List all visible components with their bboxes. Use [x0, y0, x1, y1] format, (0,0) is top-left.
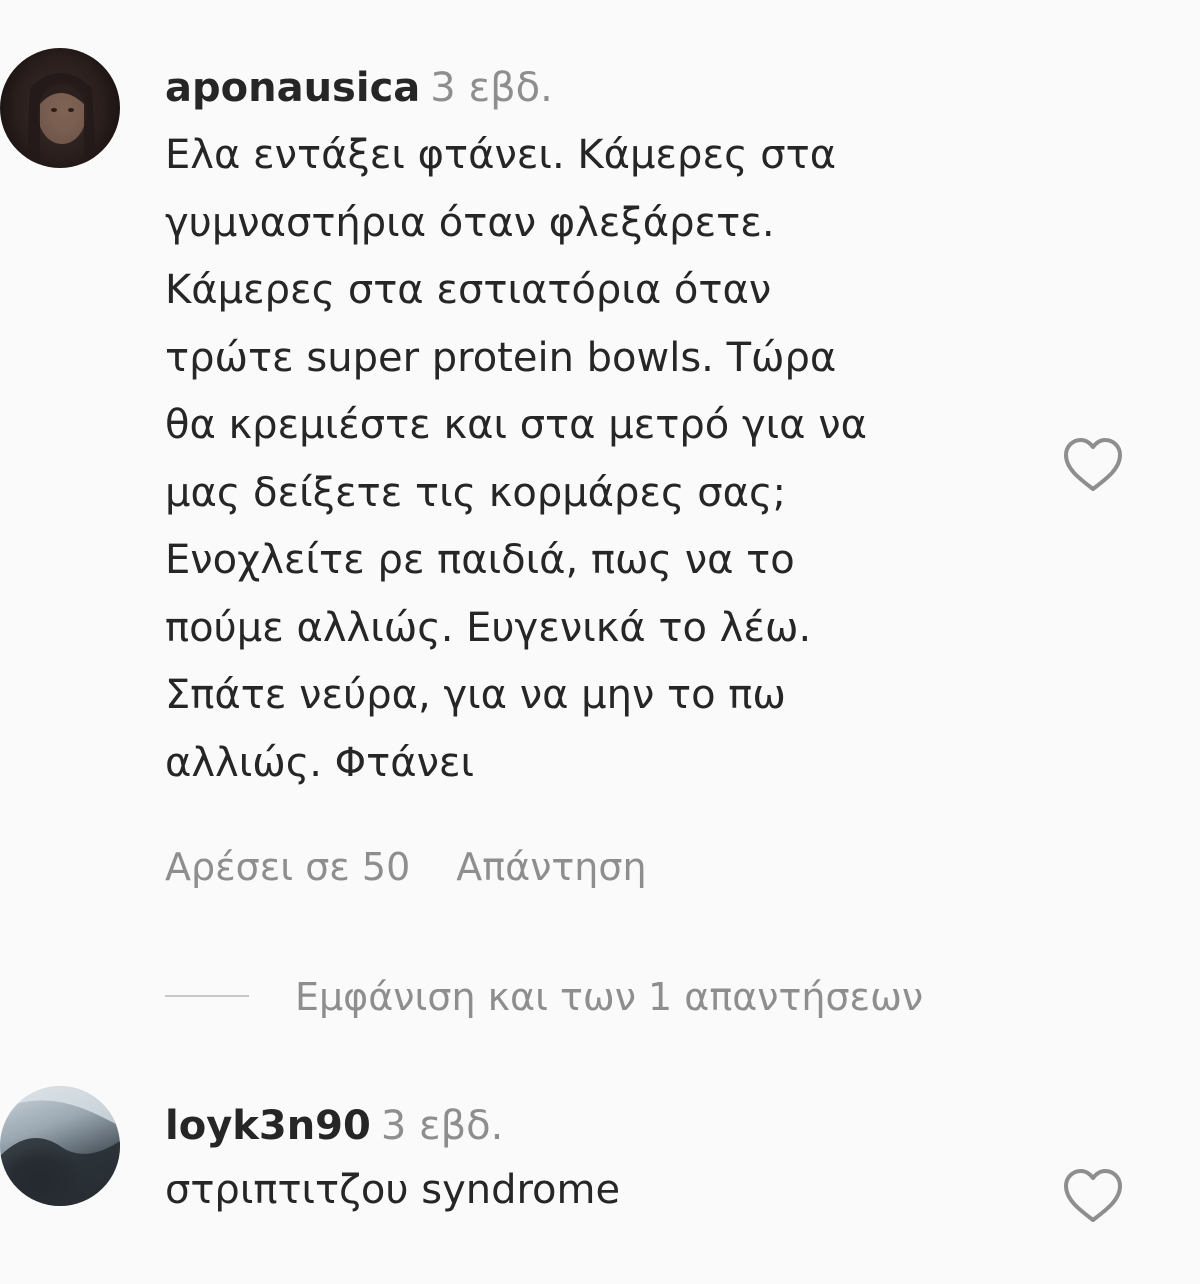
username-link[interactable]: loyk3n90 [165, 1103, 371, 1149]
comment-header: loyk3n90 3 εβδ. [165, 1106, 503, 1146]
replies-divider [165, 994, 249, 997]
view-replies-label: Εμφάνιση και των 1 απαντήσεων [295, 975, 924, 1019]
comment-timestamp[interactable]: 3 εβδ. [430, 65, 553, 111]
avatar-image [26, 73, 96, 168]
like-button-icon [1064, 438, 1122, 491]
heart-icon[interactable] [1062, 1168, 1124, 1224]
user-avatar[interactable] [0, 1086, 120, 1206]
heart-icon[interactable] [1062, 437, 1124, 493]
user-avatar[interactable] [0, 48, 120, 168]
avatar-image [0, 1086, 120, 1206]
comment-actions: Αρέσει σε 50 Απάντηση [165, 848, 647, 886]
like-button-icon [1064, 1169, 1122, 1222]
comment-timestamp[interactable]: 3 εβδ. [381, 1103, 504, 1149]
comment-header: aponausica 3 εβδ. [165, 68, 553, 108]
reply-button[interactable]: Απάντηση [456, 845, 646, 889]
comment-text: Ελα εντάξει φτάνει. Κάμερες στα γυμναστή… [165, 132, 867, 786]
username-link[interactable]: aponausica [165, 65, 420, 111]
view-replies-button[interactable]: Εμφάνιση και των 1 απαντήσεων [165, 978, 923, 1016]
comment-text: στριπτιτζου syndrome [165, 1167, 621, 1213]
likes-count[interactable]: Αρέσει σε 50 [165, 845, 410, 889]
